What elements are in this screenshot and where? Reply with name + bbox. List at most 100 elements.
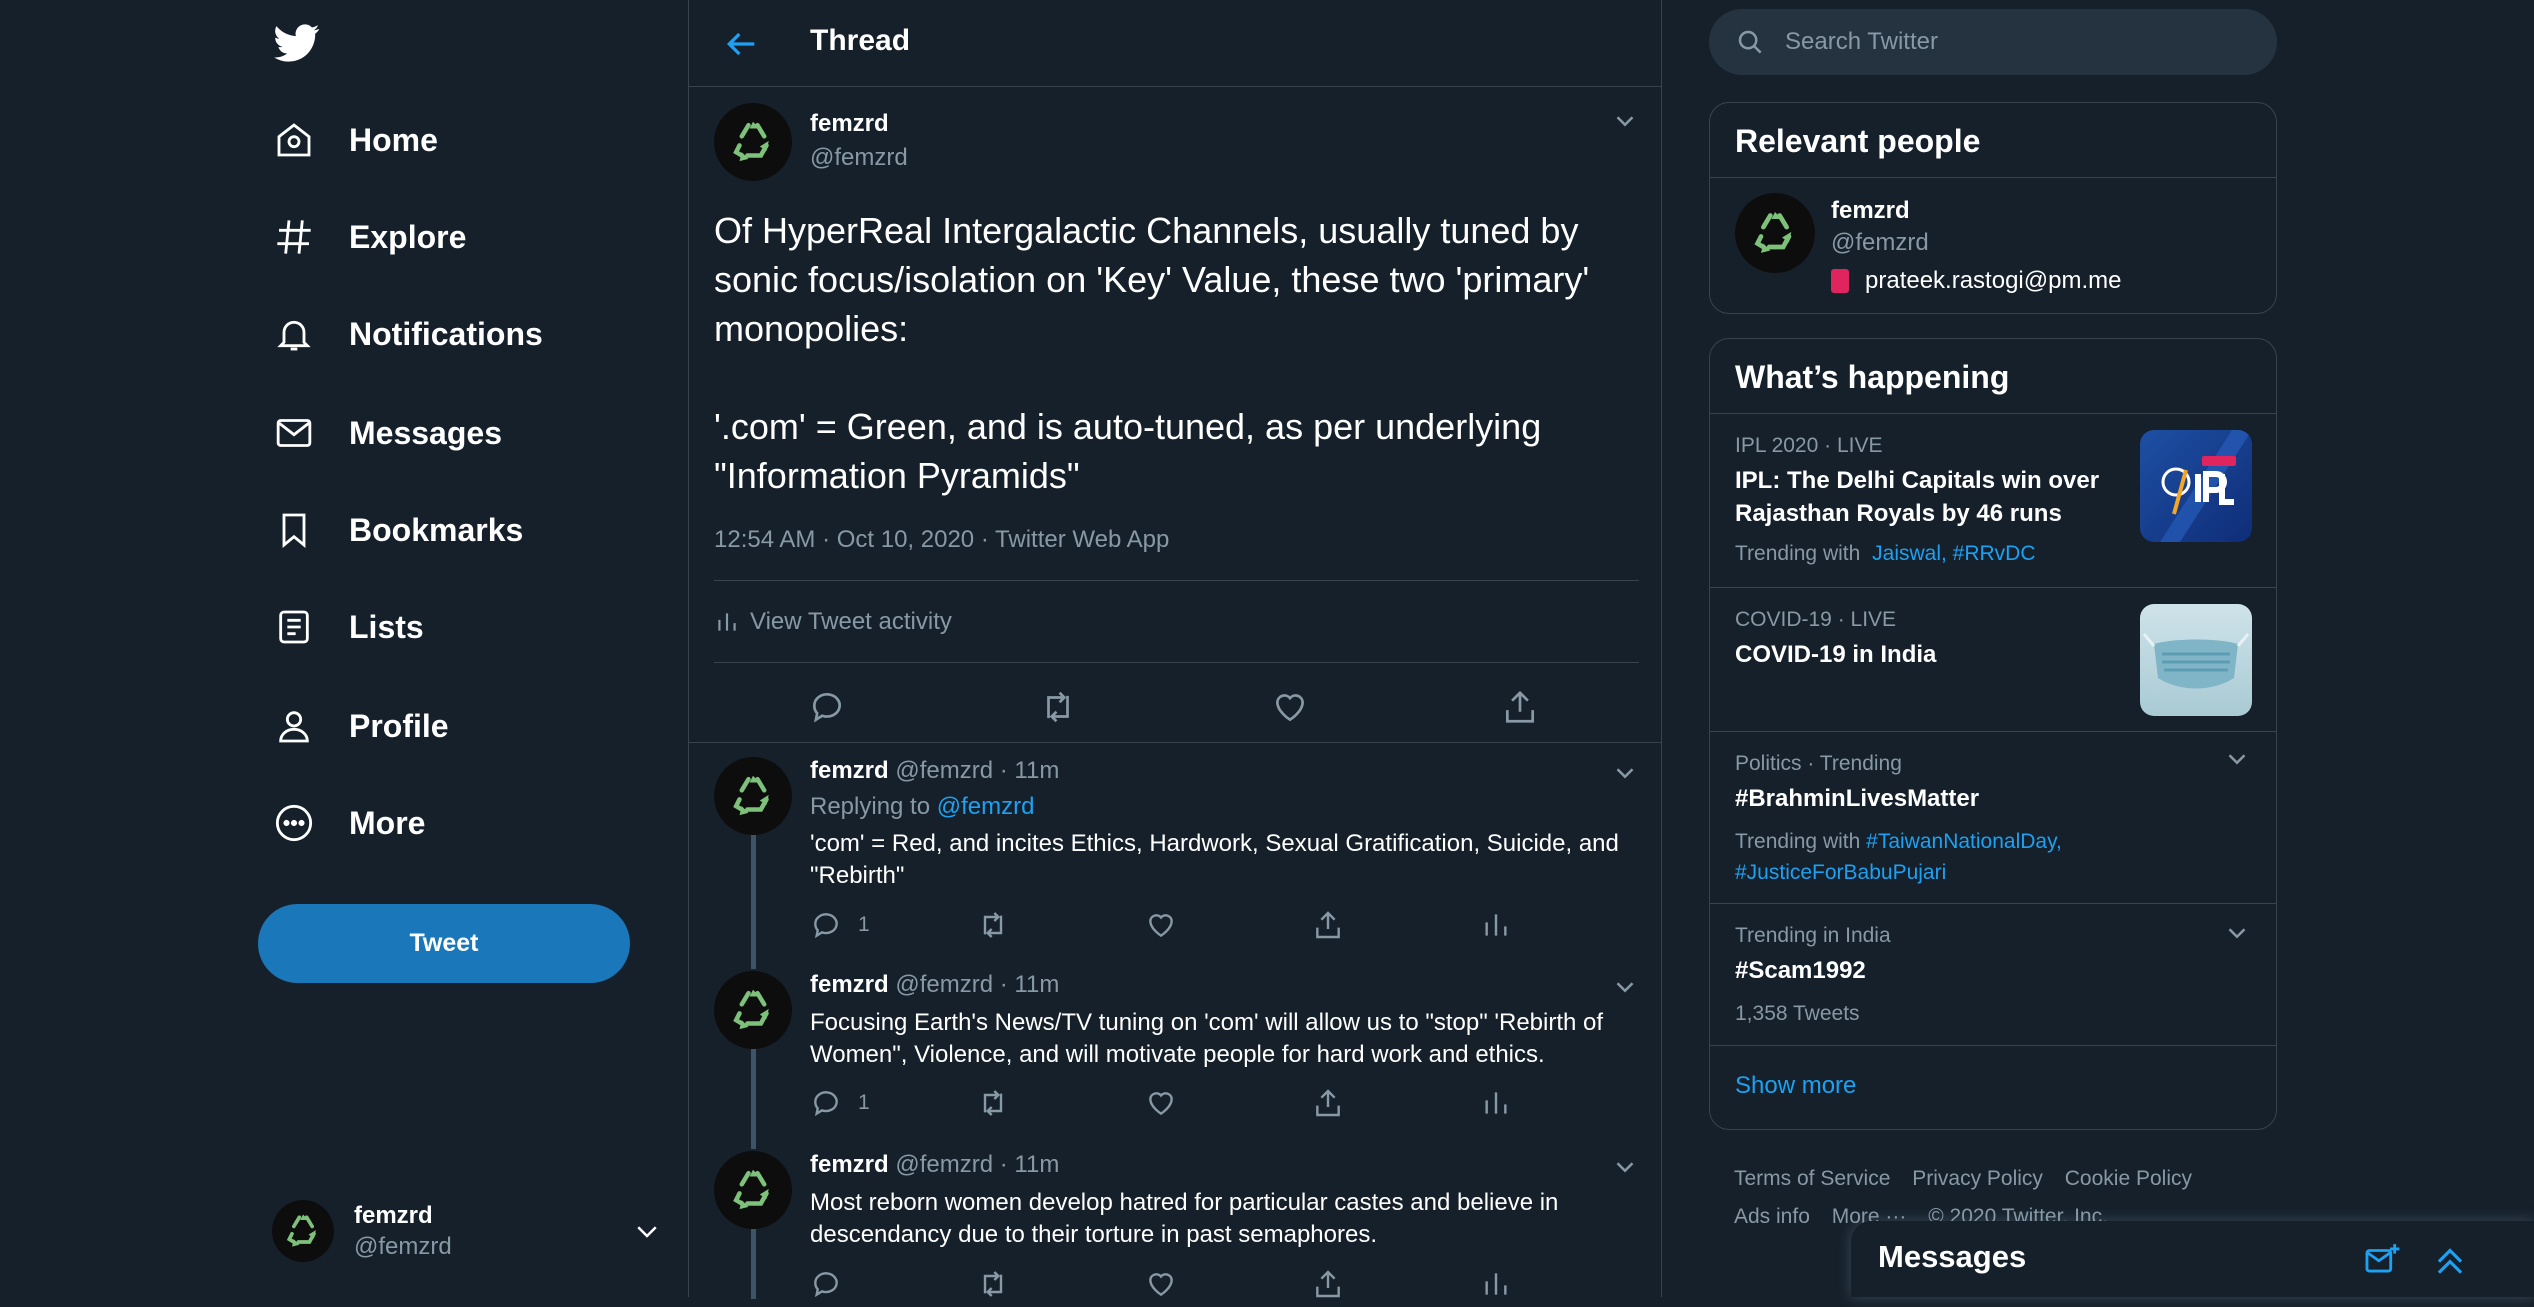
chevron-down-icon[interactable] — [2222, 918, 2252, 948]
back-arrow-icon[interactable] — [721, 24, 761, 64]
author-meta[interactable]: @femzrd · 11m — [895, 757, 1059, 784]
list-icon — [272, 605, 316, 649]
person-name[interactable]: femzrd — [1831, 197, 1910, 225]
thread-header: Thread — [689, 0, 1661, 87]
divider — [714, 662, 1639, 663]
author-name[interactable]: femzrd — [810, 757, 889, 784]
thread-line — [751, 835, 756, 957]
nav-profile[interactable]: Profile — [272, 696, 449, 756]
trend-category: Politics · Trending — [1735, 752, 1902, 775]
nav-bookmarks[interactable]: Bookmarks — [272, 500, 523, 560]
chevron-down-icon[interactable] — [1610, 758, 1640, 788]
messages-drawer[interactable]: Messages — [1851, 1221, 2534, 1297]
chevron-down-icon[interactable] — [1610, 106, 1640, 136]
activity-bars-icon[interactable] — [1480, 1267, 1512, 1301]
trend-title: IPL: The Delhi Capitals win over Rajasth… — [1735, 467, 2100, 527]
trend-context: Trending with Jaiswal, #RRvDC — [1735, 538, 2036, 569]
reply-tweet[interactable]: femzrd @femzrd · 11m Focusing Earth's Ne… — [689, 957, 1661, 1139]
like-icon[interactable] — [1145, 908, 1177, 942]
avatar[interactable] — [714, 103, 792, 181]
tweet-button[interactable]: Tweet — [258, 904, 630, 983]
nav-lists[interactable]: Lists — [272, 597, 424, 657]
person-bio-text: prateek.rastogi@pm.me — [1865, 267, 2122, 294]
relevant-people-title: Relevant people — [1735, 123, 1981, 159]
reply-button[interactable]: 1 — [810, 1086, 870, 1120]
whats-happening-card: What’s happening IPL 2020 · LIVE IPL: Th… — [1709, 338, 2277, 1130]
avatar[interactable] — [714, 757, 792, 835]
show-more-row[interactable]: Show more — [1710, 1045, 2276, 1129]
account-switcher[interactable]: femzrd @femzrd — [272, 1196, 662, 1266]
reply-count: 1 — [858, 913, 870, 936]
reply-tweet[interactable]: femzrd @femzrd · 11m Most reborn women d… — [689, 1137, 1661, 1299]
like-icon[interactable] — [1145, 1267, 1177, 1301]
footer-link[interactable]: Terms of Service — [1734, 1167, 1890, 1190]
trend-item[interactable]: IPL 2020 · LIVE IPL: The Delhi Capitals … — [1710, 413, 2276, 588]
nav-home[interactable]: Home — [272, 110, 438, 170]
author-handle[interactable]: @femzrd — [810, 144, 908, 172]
hashtag-icon — [272, 215, 316, 259]
retweet-icon[interactable] — [977, 908, 1009, 942]
nav-messages[interactable]: Messages — [272, 403, 502, 463]
chevron-down-icon[interactable] — [1610, 1152, 1640, 1182]
share-icon[interactable] — [1312, 908, 1344, 942]
author-name[interactable]: femzrd — [810, 1151, 889, 1178]
person-handle[interactable]: @femzrd — [1831, 229, 1929, 257]
nav-explore[interactable]: Explore — [272, 207, 466, 267]
like-icon[interactable] — [1271, 688, 1315, 732]
author-meta[interactable]: @femzrd · 11m — [895, 971, 1059, 998]
replying-to: Replying to @femzrd — [810, 793, 1034, 821]
divider — [714, 580, 1639, 581]
share-icon[interactable] — [1501, 688, 1545, 732]
whats-happening-title: What’s happening — [1735, 359, 2010, 395]
chevron-down-icon[interactable] — [2222, 744, 2252, 774]
footer-link[interactable]: Cookie Policy — [2065, 1167, 2192, 1190]
trend-context: Trending with #TaiwanNationalDay, #Justi… — [1735, 826, 2095, 888]
nav-notifications[interactable]: Notifications — [272, 304, 543, 364]
recycle-icon — [733, 121, 769, 162]
avatar[interactable] — [714, 971, 792, 1049]
thread-line — [751, 1229, 756, 1299]
share-icon[interactable] — [1312, 1086, 1344, 1120]
expand-up-icon[interactable] — [2431, 1241, 2469, 1284]
chevron-down-icon[interactable] — [632, 1216, 662, 1251]
activity-bars-icon[interactable] — [1480, 1086, 1512, 1120]
replying-to-link[interactable]: @femzrd — [937, 793, 1035, 820]
reply-button[interactable]: 1 — [810, 908, 870, 942]
mail-icon — [272, 411, 316, 455]
nav-more[interactable]: More — [272, 793, 425, 853]
retweet-icon[interactable] — [977, 1267, 1009, 1301]
trend-item[interactable]: Politics · Trending #BrahminLivesMatter … — [1710, 731, 2276, 904]
trend-context-label: Trending with — [1735, 542, 1861, 565]
retweet-icon[interactable] — [977, 1086, 1009, 1120]
share-icon[interactable] — [1312, 1267, 1344, 1301]
author-name[interactable]: femzrd — [810, 971, 889, 998]
nav-explore-label: Explore — [349, 218, 467, 255]
chevron-down-icon[interactable] — [1610, 972, 1640, 1002]
new-message-icon[interactable] — [2363, 1241, 2401, 1284]
twitter-logo-icon[interactable] — [272, 20, 322, 66]
avatar[interactable] — [714, 1151, 792, 1229]
view-tweet-activity[interactable]: View Tweet activity — [714, 608, 952, 636]
tweet-timestamp[interactable]: 12:54 AM · Oct 10, 2020 · Twitter Web Ap… — [714, 526, 1169, 554]
reply-tweet[interactable]: femzrd @femzrd · 11m Replying to @femzrd… — [689, 743, 1661, 957]
trend-category: IPL 2020 · LIVE — [1735, 434, 1883, 457]
trend-item[interactable]: Trending in India #Scam1992 1,358 Tweets — [1710, 903, 2276, 1046]
footer-link[interactable]: Ads info — [1734, 1205, 1810, 1228]
author-name[interactable]: femzrd — [810, 110, 889, 138]
reply-icon[interactable] — [808, 688, 852, 732]
retweet-icon[interactable] — [1039, 688, 1083, 732]
avatar[interactable] — [1735, 193, 1815, 273]
envelope-emoji-icon — [1831, 269, 1849, 293]
trend-links[interactable]: Jaiswal, #RRvDC — [1872, 542, 2035, 565]
left-sidebar: Home Explore Notifications Messages Book… — [0, 0, 688, 1297]
search-input[interactable]: Search Twitter — [1709, 9, 2277, 75]
activity-bars-icon — [718, 613, 736, 631]
footer-link[interactable]: Privacy Policy — [1912, 1167, 2043, 1190]
reply-icon[interactable] — [810, 1267, 842, 1301]
author-meta[interactable]: @femzrd · 11m — [895, 1151, 1059, 1178]
trend-item[interactable]: COVID-19 · LIVE COVID-19 in India — [1710, 587, 2276, 732]
recycle-icon — [733, 775, 769, 816]
like-icon[interactable] — [1145, 1086, 1177, 1120]
activity-bars-icon[interactable] — [1480, 908, 1512, 942]
show-more-link[interactable]: Show more — [1735, 1072, 1856, 1100]
